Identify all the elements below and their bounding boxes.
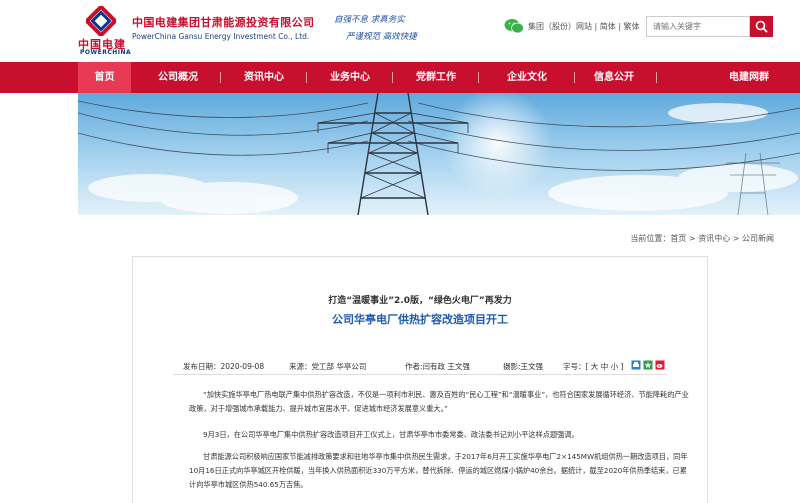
nav-separator (656, 72, 657, 83)
top-link-sep: | (618, 22, 622, 31)
article-photographer: 摄影:王文强 (503, 362, 544, 371)
nav-item-business[interactable]: 业务中心 (322, 62, 378, 93)
publish-date: 发布日期：2020-09-08 (183, 362, 265, 371)
breadcrumb-home[interactable]: 首页 (670, 234, 686, 243)
breadcrumb: 当前位置：首页 > 资讯中心 > 公司新闻 (630, 233, 774, 244)
site-header: 中国电建 POWERCHINA 中国电建集团甘肃能源投资有限公司 PowerCh… (0, 0, 800, 62)
hero-banner (78, 93, 800, 215)
font-size-control[interactable]: 字号：[ 大 中 小 ] (563, 361, 623, 372)
nav-item-home[interactable]: 首页 (78, 62, 131, 93)
nav-separator (306, 72, 307, 83)
article-pre-title: 打造“温暖事业”2.0版，“绿色火电厂”再发力 (328, 296, 512, 306)
powerchina-logo-icon[interactable] (86, 6, 116, 36)
meta-divider (173, 374, 667, 375)
search-button[interactable] (750, 16, 773, 37)
nav-item-network[interactable]: 电建网群 (718, 62, 780, 93)
nav-item-news[interactable]: 资讯中心 (236, 62, 292, 93)
breadcrumb-sep: > (730, 234, 742, 243)
breadcrumb-sep: > (686, 234, 699, 243)
simplified-link[interactable]: 简体 (600, 22, 616, 31)
breadcrumb-news[interactable]: 资讯中心 (698, 234, 730, 243)
article-paragraph: 9月3日，在公司华亭电厂集中供热扩容改造项目开工仪式上，甘肃华亭市市委常委、政法… (203, 430, 579, 439)
share-weibo-icon[interactable] (655, 360, 665, 370)
slogan-line-2: 严谨规范 高效快捷 (346, 32, 417, 42)
slogan-line-1: 自强不息 求真务实 (334, 15, 405, 25)
nav-item-party[interactable]: 党群工作 (408, 62, 464, 93)
search-input[interactable] (646, 16, 750, 37)
group-site-link[interactable]: 集团（股份）网站 (528, 22, 592, 31)
nav-separator (220, 72, 221, 83)
company-slogan: 自强不息 求真务实 严谨规范 高效快捷 (334, 12, 417, 46)
print-icon[interactable] (631, 360, 641, 370)
article-paragraph: 甘肃能源公司积极响应国家节能减排政策要求和驻地华亭市集中供热民生需求，于2017… (189, 452, 688, 489)
traditional-link[interactable]: 繁体 (624, 22, 640, 31)
nav-separator (478, 72, 479, 83)
article-source: 来源：党工部 华亭公司 (289, 362, 367, 371)
article-panel: 打造“温暖事业”2.0版，“绿色火电厂”再发力 公司华亭电厂供热扩容改造项目开工… (132, 256, 708, 503)
article-title: 公司华亭电厂供热扩容改造项目开工 (332, 313, 508, 326)
breadcrumb-company-news[interactable]: 公司新闻 (742, 234, 774, 243)
nav-item-culture[interactable]: 企业文化 (494, 62, 560, 93)
main-nav: 首页 公司概况 资讯中心 业务中心 党群工作 企业文化 信息公开 电建网群 (0, 62, 800, 151)
wechat-icon[interactable] (504, 18, 524, 34)
top-link-sep: | (594, 22, 598, 31)
company-name-chinese: 中国电建集团甘肃能源投资有限公司 (132, 16, 315, 29)
company-name-english: PowerChina Gansu Energy Investment Co., … (132, 32, 310, 41)
power-tower-banner-image (78, 93, 800, 215)
article-author: 作者:闫有政 王文强 (405, 362, 470, 371)
logo-english-text: POWERCHINA (80, 49, 132, 56)
nav-item-about[interactable]: 公司概况 (150, 62, 206, 93)
nav-separator (574, 72, 575, 83)
nav-item-disclosure[interactable]: 信息公开 (586, 62, 642, 93)
search-icon (755, 20, 768, 33)
breadcrumb-prefix: 当前位置： (630, 234, 671, 243)
nav-separator (392, 72, 393, 83)
top-links: 集团（股份）网站 | 简体 | 繁体 (528, 21, 640, 32)
favorite-icon[interactable] (643, 360, 653, 370)
article-paragraph: “加快实施华亭电厂热电联产集中供热扩容改造，不仅是一项利市利民、惠及百姓的“民心… (189, 390, 689, 413)
